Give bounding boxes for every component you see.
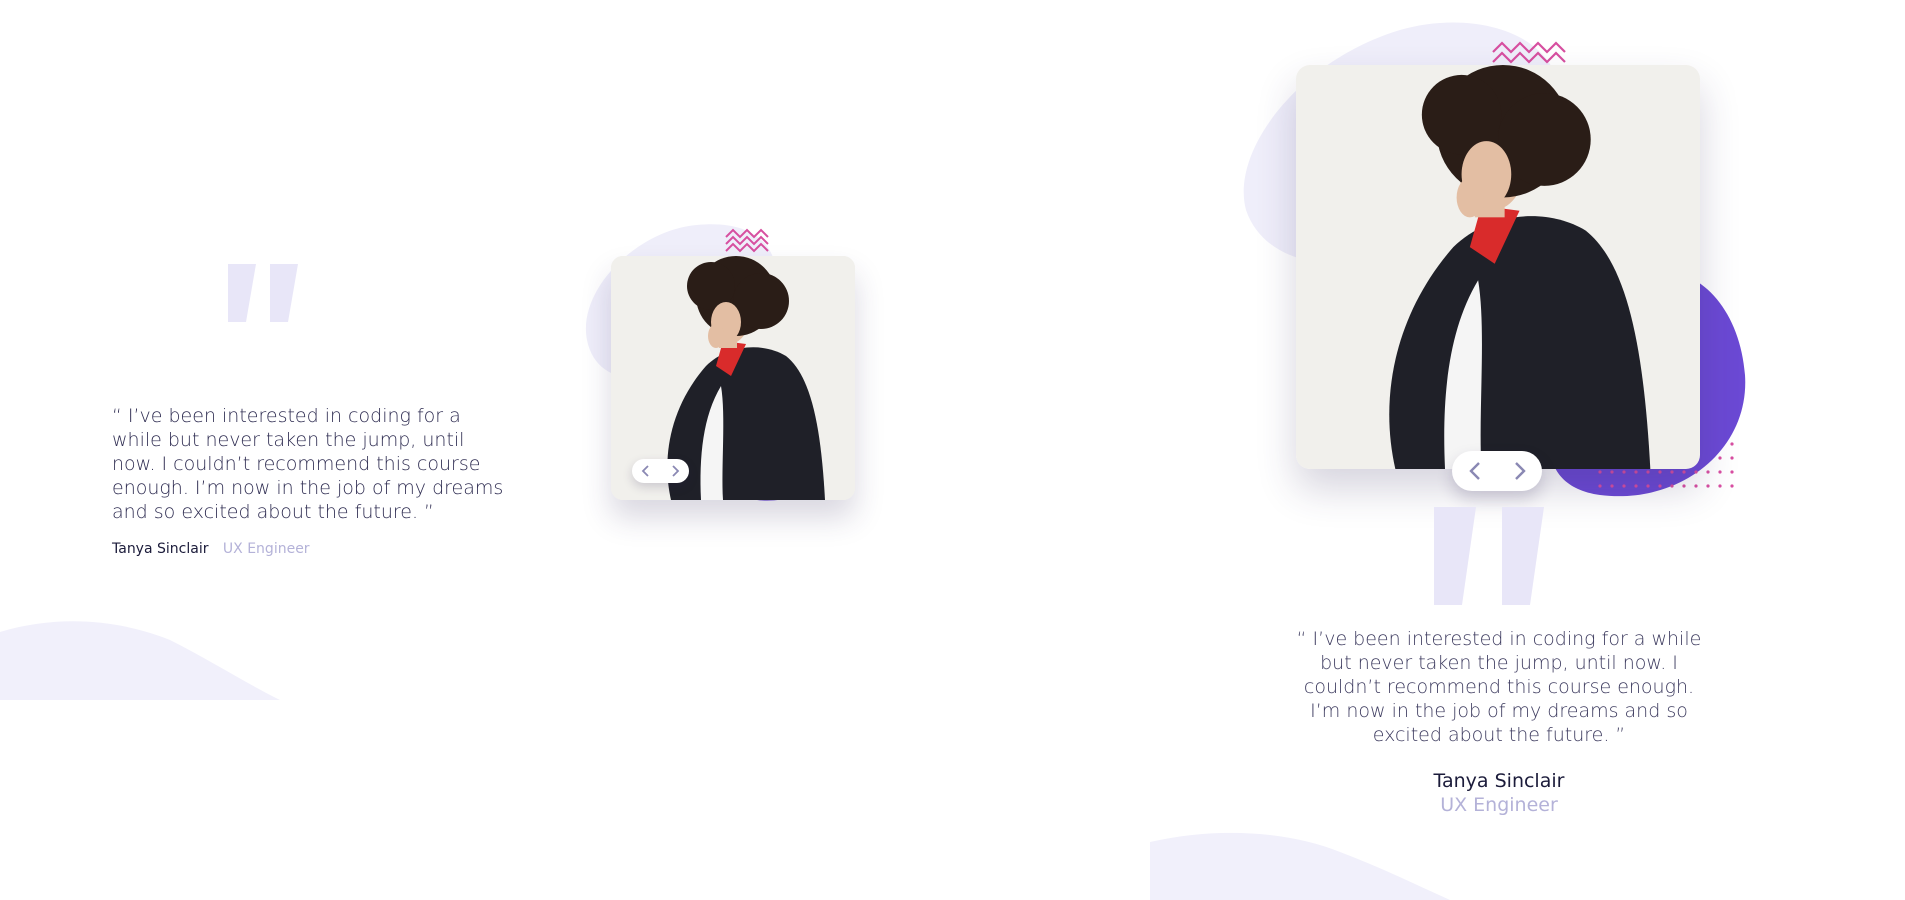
testimonial-attribution: Tanya Sinclair UX Engineer — [112, 541, 310, 557]
author-role: UX Engineer — [222, 541, 310, 557]
chevron-left-icon — [641, 465, 649, 477]
author-name: Tanya Sinclair — [112, 541, 209, 557]
zigzag-pattern-icon — [1492, 41, 1566, 64]
portrait-image — [1296, 65, 1700, 469]
chevron-right-icon — [1514, 462, 1526, 480]
background-wave-left — [0, 621, 280, 700]
zigzag-pattern-icon — [725, 228, 769, 253]
author-role: UX Engineer — [1440, 794, 1558, 816]
previous-button[interactable] — [1468, 461, 1482, 481]
slider-controls — [632, 459, 689, 483]
testimonial-photo-large — [1296, 65, 1700, 469]
testimonial-quote: “ I’ve been interested in coding for a w… — [112, 405, 504, 523]
slider-controls-large — [1452, 451, 1542, 491]
testimonial-quote: “ I’ve been interested in coding for a w… — [1296, 628, 1702, 746]
quote-mark-icon — [1434, 507, 1544, 605]
next-button[interactable] — [1513, 461, 1527, 481]
background-wave-right — [1150, 832, 1450, 900]
chevron-right-icon — [672, 465, 680, 477]
previous-button[interactable] — [641, 465, 651, 477]
quote-mark-icon — [228, 264, 298, 322]
testimonial-attribution: Tanya Sinclair UX Engineer — [1296, 769, 1702, 817]
chevron-left-icon — [1468, 462, 1480, 480]
next-button[interactable] — [670, 465, 680, 477]
author-name: Tanya Sinclair — [1433, 770, 1565, 792]
